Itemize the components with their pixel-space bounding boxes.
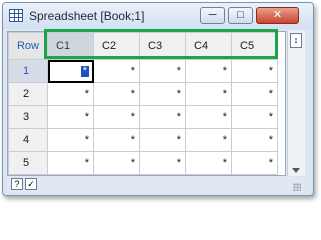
spreadsheet-icon	[9, 9, 23, 22]
row-header-5[interactable]: 5	[8, 151, 48, 175]
status-bar: ? ✓	[7, 177, 304, 193]
cell-r2-c4[interactable]: *	[185, 82, 232, 106]
minimize-icon: ─	[208, 9, 217, 21]
cell-r1-c4[interactable]: *	[185, 59, 232, 83]
cell-r3-c5[interactable]: *	[231, 105, 278, 129]
cell-r4-c4[interactable]: *	[185, 128, 232, 152]
window-title: Spreadsheet [Book;1]	[29, 9, 145, 23]
table-row: 2 * * * * *	[8, 82, 278, 106]
table-row: 1 * * * * *	[8, 59, 278, 83]
split-handle-icon[interactable]: ↕	[290, 33, 302, 48]
cell-r2-c2[interactable]: *	[93, 82, 140, 106]
cell-r2-c3[interactable]: *	[139, 82, 186, 106]
help-button[interactable]: ?	[11, 178, 23, 190]
close-icon: ✕	[272, 9, 283, 21]
cell-r1-c1[interactable]: *	[47, 59, 94, 83]
row-header-1[interactable]: 1	[8, 59, 48, 83]
selected-cell-value: *	[80, 65, 89, 77]
cell-r3-c3[interactable]: *	[139, 105, 186, 129]
cell-r2-c5[interactable]: *	[231, 82, 278, 106]
scroll-down-icon[interactable]	[292, 168, 300, 173]
table-row: 5 * * * * *	[8, 151, 278, 175]
cell-r1-c2[interactable]: *	[93, 59, 140, 83]
minimize-button[interactable]: ─	[200, 7, 225, 24]
spreadsheet-window: Spreadsheet [Book;1] ─ □ ✕ Row C1 C2 C3 …	[2, 2, 314, 196]
maximize-button[interactable]: □	[228, 7, 253, 24]
cell-r1-c3[interactable]: *	[139, 59, 186, 83]
maximize-icon: □	[237, 9, 244, 21]
cell-r5-c1[interactable]: *	[47, 151, 94, 175]
cell-r4-c3[interactable]: *	[139, 128, 186, 152]
column-header-highlight	[44, 29, 278, 59]
close-button[interactable]: ✕	[256, 7, 299, 24]
cell-r3-c4[interactable]: *	[185, 105, 232, 129]
cell-r3-c1[interactable]: *	[47, 105, 94, 129]
row-header-4[interactable]: 4	[8, 128, 48, 152]
cell-r1-c5[interactable]: *	[231, 59, 278, 83]
cell-r5-c3[interactable]: *	[139, 151, 186, 175]
row-header-3[interactable]: 3	[8, 105, 48, 129]
cell-r2-c1[interactable]: *	[47, 82, 94, 106]
cell-r5-c4[interactable]: *	[185, 151, 232, 175]
vertical-scrollbar[interactable]: ↕	[287, 31, 305, 176]
cell-r5-c5[interactable]: *	[231, 151, 278, 175]
table-row: 3 * * * * *	[8, 105, 278, 129]
row-header-2[interactable]: 2	[8, 82, 48, 106]
cell-r3-c2[interactable]: *	[93, 105, 140, 129]
cell-r5-c2[interactable]: *	[93, 151, 140, 175]
cell-r4-c5[interactable]: *	[231, 128, 278, 152]
cell-r4-c1[interactable]: *	[47, 128, 94, 152]
resize-grip-icon[interactable]	[293, 183, 301, 191]
title-bar[interactable]: Spreadsheet [Book;1] ─ □ ✕	[3, 3, 313, 29]
row-header-label[interactable]: Row	[8, 32, 48, 60]
table-row: 4 * * * * *	[8, 128, 278, 152]
cell-r4-c2[interactable]: *	[93, 128, 140, 152]
check-button[interactable]: ✓	[25, 178, 37, 190]
